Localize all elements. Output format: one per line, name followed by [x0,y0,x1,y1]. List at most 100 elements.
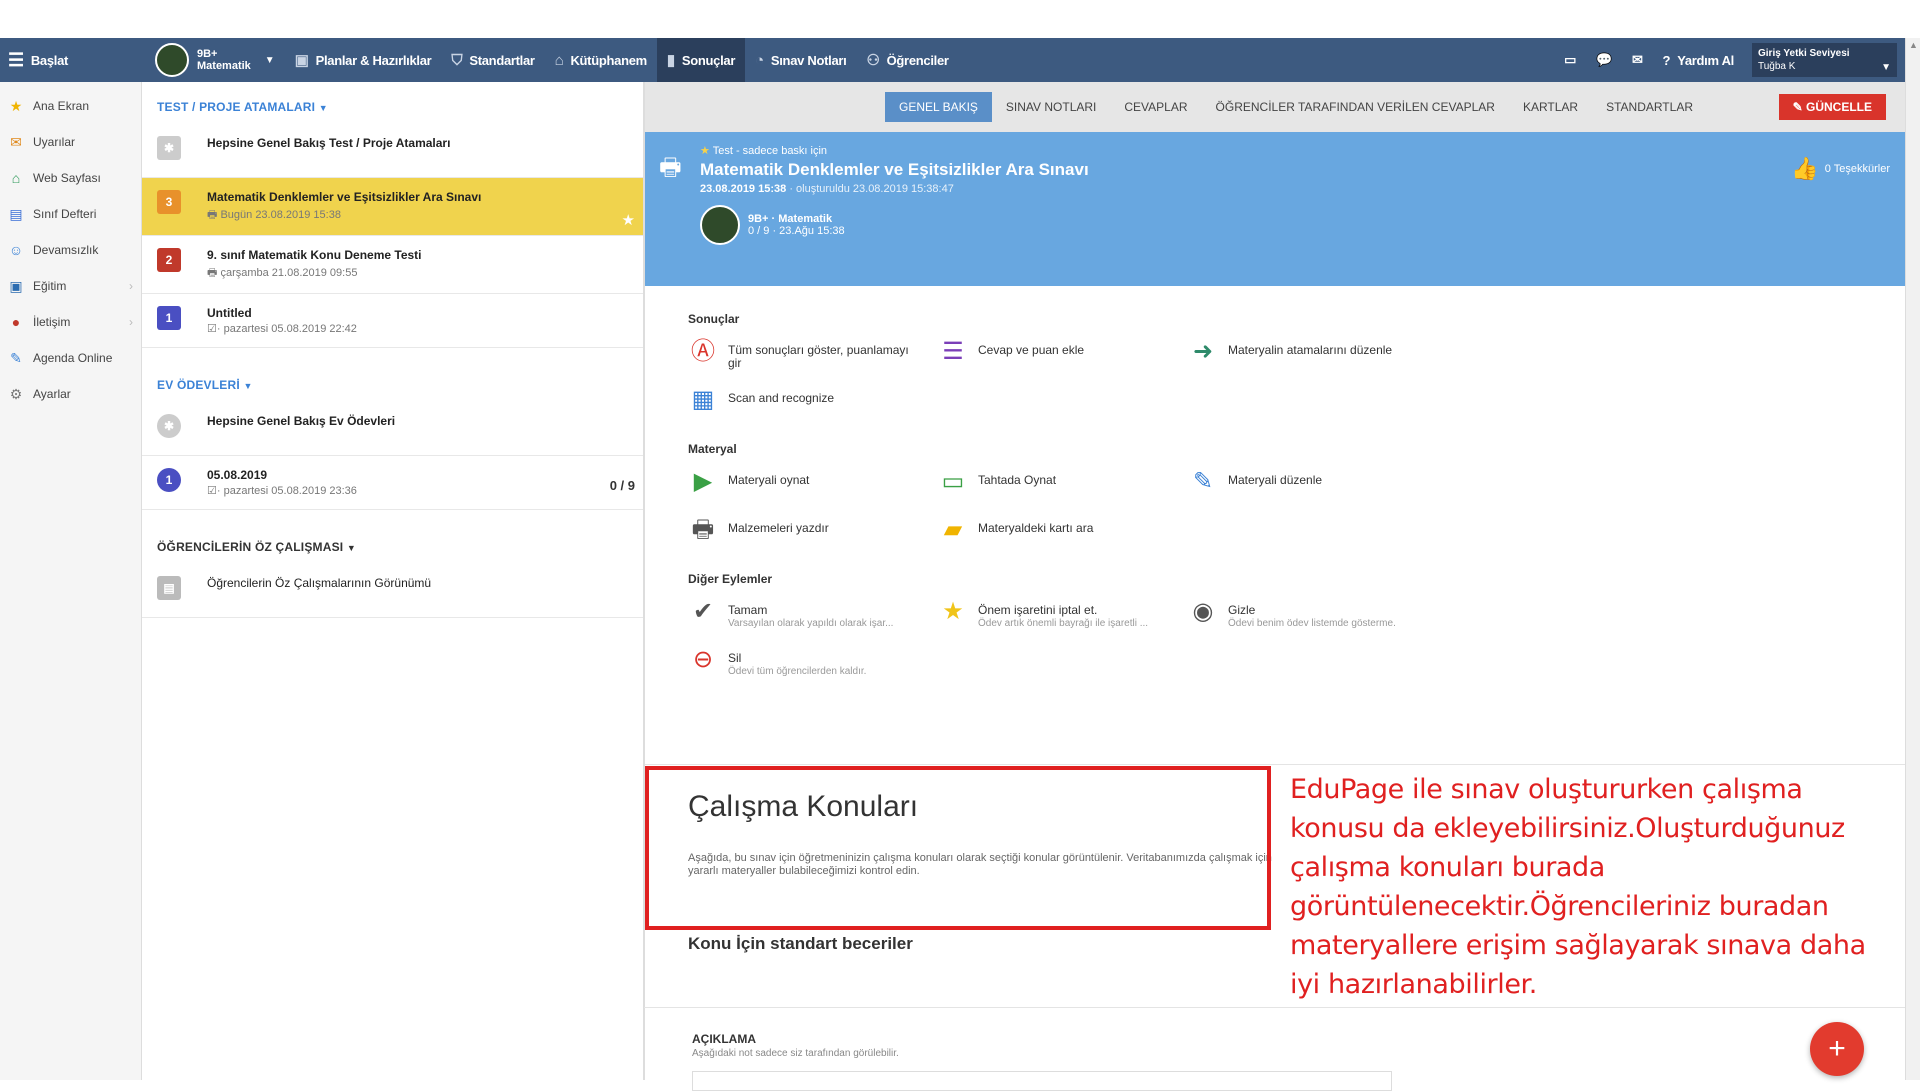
checkbox-icon: ☑ [207,323,217,335]
question-icon: ? [1662,52,1671,68]
nav-library[interactable]: ⌂ Kütüphanem [545,38,657,82]
chevron-right-icon: › [129,315,133,329]
tab-student-answers[interactable]: ÖĞRENCİLER TARAFINDAN VERİLEN CEVAPLAR [1202,92,1509,122]
tab-exam-grades[interactable]: SINAV NOTLARI [992,92,1110,122]
unstar-action[interactable]: ★ Önem işaretini iptal et. Ödev artık önem… [938,598,1188,632]
play-on-board-action[interactable]: ▭ Tahtada Oynat [938,468,1188,502]
sidebar: ★ Ana Ekran ✉ Uyarılar ⌂ Web Sayfası ▤ Sınıf… [0,82,142,1080]
star-icon: ★ [700,145,713,157]
check-icon: ✔ [692,598,714,625]
user-menu[interactable]: Giriş Yetki Seviyesi Tuğba K ▼ [1752,43,1897,77]
gear-icon: ⚙ [9,385,23,402]
delete-icon: ⊖ [692,646,714,673]
play-material-action[interactable]: ▶ Materyali oynat [688,468,938,502]
list-item-assignment-1[interactable]: 1 Untitled ☑· pazartesi 05.08.2019 22:42 [142,294,643,348]
sidebar-item-agenda-online[interactable]: ✎ Agenda Online [0,340,141,376]
envelope-icon: ✉ [1631,52,1643,67]
class-selector[interactable]: 9B+ Matematik ▼ [145,38,285,82]
menu-button[interactable]: ☰ Başlat [0,38,145,82]
class-info[interactable]: 9B+ · Matematik 0 / 9 · 23.Ağu 15:38 [700,205,1906,245]
scrollbar[interactable]: ▲ [1905,38,1920,1080]
list-item-homework-1[interactable]: 1 05.08.2019 ☑· pazartesi 05.08.2019 23:… [142,456,643,510]
tab-overview[interactable]: GENEL BAKIŞ [885,92,992,122]
section-title-self-study[interactable]: ÖĞRENCİLERİN ÖZ ÇALIŞMASI ▼ [142,510,643,564]
section-title-tests[interactable]: TEST / PROJE ATAMALARI ▼ [142,82,643,124]
hide-icon: ◉ [1192,598,1214,625]
description-section: AÇIKLAMA Aşağıdaki not sadece siz tarafı… [644,1007,1906,1091]
tab-cards[interactable]: KARTLAR [1509,92,1592,122]
scan-recognize-action[interactable]: ▦ Scan and recognize [688,386,938,420]
list-item-assignment-3[interactable]: 3 Matematik Denklemler ve Eşitsizlikler … [142,178,643,236]
star-icon[interactable]: ★ [622,211,635,229]
mark-done-action[interactable]: ✔ Tamam Varsayılan olarak yapıldı olarak i… [688,598,938,632]
list-item-homework-overview[interactable]: ✱ Hepsine Genel Bakış Ev Ödevleri [142,402,643,456]
sidebar-item-home[interactable]: ★ Ana Ekran [0,88,141,124]
tab-standards[interactable]: STANDARTLAR [1592,92,1707,122]
nav-results[interactable]: ▮ Sonuçlar [656,38,746,82]
sidebar-item-attendance[interactable]: ☺ Devamsızlık [0,232,141,268]
delete-action[interactable]: ⊖ Sil Ödevi tüm öğrencilerden kaldır. [688,646,938,680]
add-button[interactable]: + [1810,1022,1864,1076]
sidebar-item-settings[interactable]: ⚙ Ayarlar [0,376,141,412]
gauge-icon: ◔ [755,51,764,69]
tab-answers[interactable]: CEVAPLAR [1110,92,1201,122]
chat-icon: ● [11,314,21,330]
mail-button[interactable]: ✉ [1622,38,1653,82]
printer-icon: 🖶 [207,209,221,221]
list-item-tests-overview[interactable]: ✱ Hepsine Genel Bakış Test / Proje Atama… [142,124,643,178]
folder-icon: ▰ [943,516,963,543]
cast-button[interactable]: ▭ [1554,38,1586,82]
students-icon: ⚇ [866,52,880,69]
chart-icon: ▮ [666,52,675,69]
score: 0 / 9 [609,478,635,493]
annotation-callout: EduPage ile sınav oluştururken çalışma k… [1290,774,1866,1000]
notebook-icon: ▤ [157,576,181,600]
hide-action[interactable]: ◉ Gizle Ödevi benim ödev listemde gösterme… [1188,598,1438,632]
edit-icon: ✎ [1192,468,1214,495]
printer-icon: 🖶 [659,154,682,181]
chevron-down-icon: ▼ [1881,62,1891,73]
hamburger-icon: ☰ [8,49,24,70]
class-avatar [700,205,740,245]
home-icon: ⌂ [11,170,21,186]
envelope-icon: ✉ [10,133,22,150]
nav-plans[interactable]: ▣ Planlar & Hazırlıklar [285,38,442,82]
shield-icon: ⛉ [451,51,463,69]
library-icon: ⌂ [554,51,564,69]
search-card-action[interactable]: ▰ Materyaldeki kartı ara [938,516,1188,550]
section-title-homework[interactable]: EV ÖDEVLERİ ▼ [142,348,643,402]
chevron-down-icon: ▼ [264,54,275,66]
sidebar-item-website[interactable]: ⌂ Web Sayfası [0,160,141,196]
update-button[interactable]: ✎ GÜNCELLE [1778,94,1886,120]
messages-button[interactable]: 💬 [1586,38,1622,82]
pencil-icon: ✎ [1792,100,1806,114]
sidebar-item-communication[interactable]: ● İletişim › [0,304,141,340]
grade-icon: Ⓐ [691,338,715,365]
pen-icon: ✎ [10,349,22,366]
list-item-self-study[interactable]: ▤ Öğrencilerin Öz Çalışmalarının Görünüm… [142,564,643,618]
nav-students[interactable]: ⚇ Öğrenciler [856,38,958,82]
edit-assignments-action[interactable]: ➜ Materyalin atamalarını düzenle [1188,338,1438,372]
nav-standards[interactable]: ⛉ Standartlar [441,38,544,82]
nav-exam-grades[interactable]: ◔ Sınav Notları [745,38,856,82]
qr-icon: ▦ [691,386,715,413]
assign-icon: ➜ [1192,338,1214,365]
list-item-assignment-2[interactable]: 2 9. sınıf Matematik Konu Deneme Testi 🖶… [142,236,643,294]
add-answers-action[interactable]: ☰ Cevap ve puan ekle [938,338,1188,372]
cast-icon: ▭ [1564,52,1577,67]
number-badge: 2 [157,248,181,272]
sidebar-item-class-register[interactable]: ▤ Sınıf Defteri [0,196,141,232]
printer-icon: 🖶 [691,516,715,543]
thanks-button[interactable]: 👍 0 Teşekkürler [1791,156,1890,182]
sidebar-item-alerts[interactable]: ✉ Uyarılar [0,124,141,160]
print-material-action[interactable]: 🖶 Malzemeleri yazdır [688,516,938,550]
sidebar-item-education[interactable]: ▣ Eğitim › [0,268,141,304]
thumbs-up-icon: 👍 [1791,156,1819,181]
top-navigation-bar: ☰ Başlat 9B+ Matematik ▼ ▣ Planlar & Hazı… [0,38,1905,82]
help-button[interactable]: ? Yardım Al [1653,38,1744,82]
description-input[interactable] [692,1071,1392,1091]
star-icon: ★ [942,598,964,625]
edit-material-action[interactable]: ✎ Materyali düzenle [1188,468,1438,502]
show-results-action[interactable]: Ⓐ Tüm sonuçları göster, puanlamayı gir [688,338,938,372]
number-badge: 3 [157,190,181,214]
